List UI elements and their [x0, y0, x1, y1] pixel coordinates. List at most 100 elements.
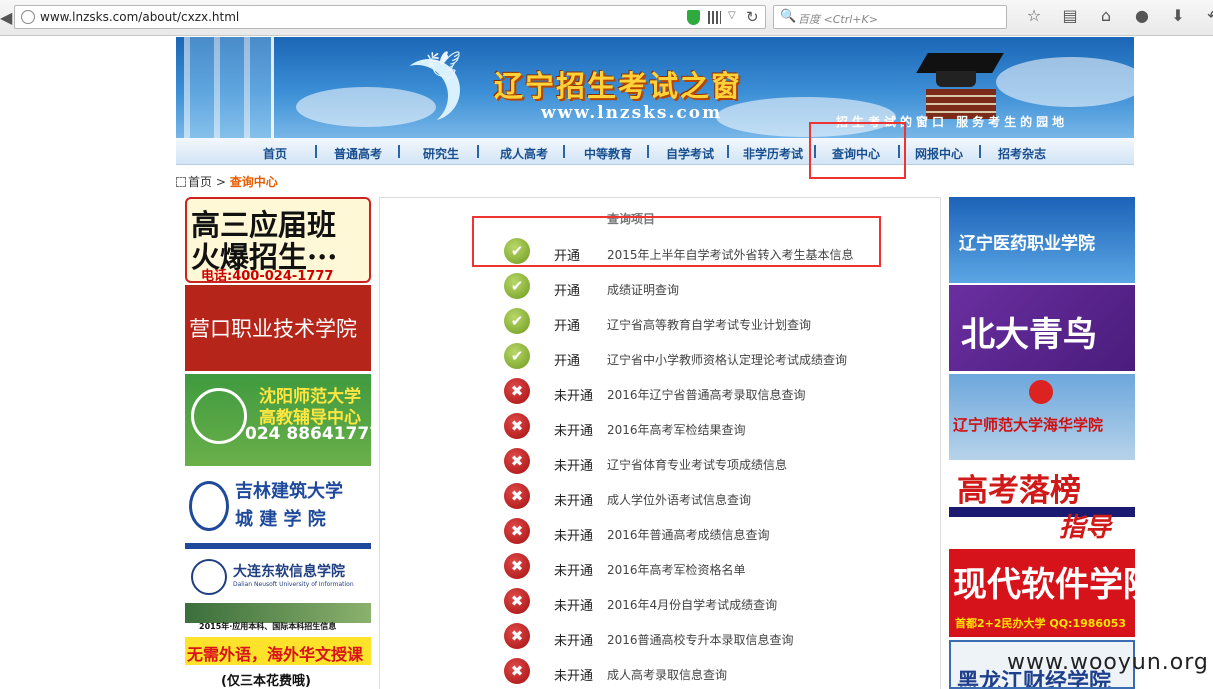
- breadcrumb-home[interactable]: 首页: [188, 175, 212, 189]
- nav-separator: [563, 145, 565, 158]
- back-arrow-icon[interactable]: ◀: [0, 8, 12, 27]
- college-emblem: [1029, 380, 1053, 404]
- shield-icon[interactable]: [687, 10, 700, 25]
- breadcrumb-current: 查询中心: [229, 175, 278, 189]
- right-ad-column: 辽宁医药职业学院 北大青鸟 辽宁师范大学海华学院 高考落榜 指导 现代软件学院 …: [949, 197, 1135, 689]
- query-item-link[interactable]: 成绩证明查询: [607, 281, 679, 298]
- ad-overseas-study[interactable]: 无需外语，海外华文授课 (仅三本花费哦): [185, 637, 371, 689]
- ad-senior-class[interactable]: 高三应届班 火爆招生··· 电话:400-024-1777: [185, 197, 371, 283]
- ad-text: 首都2+2民办大学 QQ:1986053: [955, 617, 1127, 630]
- status-label: 开通: [554, 319, 581, 334]
- nav-separator: [477, 145, 479, 158]
- ad-phone: 024 88641777: [245, 424, 371, 444]
- check-circle-icon: ✔: [504, 308, 530, 334]
- ad-jilin-architecture[interactable]: 吉林建筑大学 城 建 学 院: [185, 471, 371, 549]
- search-placeholder[interactable]: 百度 <Ctrl+K>: [798, 11, 878, 27]
- history-icon[interactable]: ↶: [1196, 6, 1213, 25]
- status-label: 未开通: [554, 459, 594, 474]
- query-item-link[interactable]: 2016普通高校专升本录取信息查询: [607, 631, 794, 648]
- ad-text: 北大青鸟: [961, 315, 1097, 355]
- nav-item-home[interactable]: 首页: [263, 145, 287, 162]
- reading-list-icon[interactable]: ▤: [1052, 6, 1088, 25]
- ad-haihua-college[interactable]: 辽宁师范大学海华学院: [949, 374, 1135, 460]
- nav-item-magazine[interactable]: 招考杂志: [998, 145, 1046, 162]
- search-box[interactable]: 🔍 百度 <Ctrl+K>: [773, 5, 1007, 29]
- query-item-link[interactable]: 2016年高考军检结果查询: [607, 421, 746, 438]
- table-row: ✔ 开通 成绩证明查询: [380, 269, 940, 304]
- dove-icon: 🕊: [426, 49, 462, 82]
- site-url: www.lnzsks.com: [541, 103, 723, 123]
- ad-text: 大连东软信息学院: [233, 564, 345, 580]
- globe-icon: [21, 10, 35, 24]
- bookmark-star-icon[interactable]: ☆: [1016, 6, 1052, 25]
- x-circle-icon: ✖: [504, 553, 530, 579]
- breadcrumb: 首页 > 查询中心: [176, 173, 278, 190]
- query-item-link[interactable]: 成人学位外语考试信息查询: [607, 491, 751, 508]
- nav-item-gaokao[interactable]: 普通高考: [334, 145, 382, 162]
- graduation-cap-base: [936, 71, 976, 87]
- status-label: 未开通: [554, 529, 594, 544]
- search-icon: 🔍: [780, 9, 797, 24]
- x-circle-icon: ✖: [504, 623, 530, 649]
- nav-separator: [979, 145, 981, 158]
- x-circle-icon: ✖: [504, 378, 530, 404]
- window-decoration: [184, 37, 274, 138]
- download-icon[interactable]: ⬇: [1160, 6, 1196, 25]
- status-label: 未开通: [554, 494, 594, 509]
- query-item-link[interactable]: 辽宁省高等教育自学考试专业计划查询: [607, 316, 811, 333]
- query-table: 查询项目 ✔ 开通 2015年上半年自学考试外省转入考生基本信息 ✔ 开通 成绩证明查询 ✔…: [379, 197, 941, 689]
- nav-item-self-study[interactable]: 自学考试: [666, 145, 714, 162]
- cloud-decoration: [996, 57, 1134, 107]
- table-row: ✖ 未开通 2016年高考军检资格名单: [380, 549, 940, 584]
- query-item-link[interactable]: 辽宁省体育专业考试专项成绩信息: [607, 456, 787, 473]
- reload-icon[interactable]: ↻: [746, 8, 759, 26]
- query-item-link[interactable]: 2016年辽宁省普通高考录取信息查询: [607, 386, 806, 403]
- ad-modern-software[interactable]: 现代软件学院 首都2+2民办大学 QQ:1986053: [949, 549, 1135, 637]
- address-bar[interactable]: www.lnzsks.com/about/cxzx.html ▽ ↻: [14, 5, 766, 29]
- nav-separator: [647, 145, 649, 158]
- table-row: ✖ 未开通 2016年高考军检结果查询: [380, 409, 940, 444]
- chat-icon[interactable]: ●: [1124, 6, 1160, 25]
- nav-item-graduate[interactable]: 研究生: [423, 145, 459, 162]
- query-item-link[interactable]: 辽宁省中小学教师资格认定理论考试成绩查询: [607, 351, 847, 368]
- nav-item-adult[interactable]: 成人高考: [500, 145, 548, 162]
- ad-text: 营口职业技术学院: [189, 317, 357, 341]
- breadcrumb-separator: >: [215, 175, 226, 189]
- ad-shenyang-normal[interactable]: 沈阳师范大学 高教辅导中心 024 88641777: [185, 374, 371, 466]
- nav-item-online-registration[interactable]: 网报中心: [915, 145, 963, 162]
- dropdown-arrow-icon[interactable]: ▽: [728, 10, 736, 21]
- home-icon[interactable]: ⌂: [1088, 6, 1124, 25]
- status-label: 开通: [554, 354, 581, 369]
- ad-text: 辽宁师范大学海华学院: [953, 416, 1104, 434]
- table-row: ✖ 未开通 2016年普通高考成绩信息查询: [380, 514, 940, 549]
- qr-code-icon[interactable]: [708, 11, 721, 24]
- ad-dalian-neusoft[interactable]: 大连东软信息学院 Dalian Neusoft University of In…: [185, 555, 371, 635]
- graduation-cap-icon: [916, 53, 1004, 73]
- page: 🕊 辽宁招生考试之窗 www.lnzsks.com 招生考试的窗口 服务考生的园…: [176, 37, 1136, 689]
- query-item-link[interactable]: 2016年高考军检资格名单: [607, 561, 746, 578]
- query-item-link[interactable]: 2016年普通高考成绩信息查询: [607, 526, 770, 543]
- ad-gaokao-guidance[interactable]: 高考落榜 指导: [949, 465, 1135, 545]
- ad-liaoning-medical[interactable]: 辽宁医药职业学院: [949, 197, 1135, 283]
- ad-text: 无需外语，海外华文授课: [187, 645, 364, 664]
- ad-beida-qingniao[interactable]: 北大青鸟: [949, 285, 1135, 371]
- ad-yingkou-college[interactable]: 营口职业技术学院: [185, 285, 371, 371]
- main-nav: 首页 普通高考 研究生 成人高考 中等教育 自学考试 非学历考试 查询中心 网报…: [176, 138, 1134, 165]
- highlight-box-query-center: [809, 122, 906, 179]
- nav-item-secondary[interactable]: 中等教育: [584, 145, 632, 162]
- site-banner: 🕊 辽宁招生考试之窗 www.lnzsks.com 招生考试的窗口 服务考生的园…: [176, 37, 1134, 138]
- status-label: 未开通: [554, 599, 594, 614]
- x-circle-icon: ✖: [504, 413, 530, 439]
- university-emblem: [189, 481, 229, 531]
- nav-item-non-degree[interactable]: 非学历考试: [743, 145, 803, 162]
- ad-text: 辽宁医药职业学院: [959, 234, 1095, 254]
- query-item-link[interactable]: 成人高考录取信息查询: [607, 666, 727, 683]
- ad-text: 高考落榜: [957, 473, 1081, 509]
- status-label: 开通: [554, 284, 581, 299]
- query-item-link[interactable]: 2016年4月份自学考试成绩查询: [607, 596, 777, 613]
- browser-toolbar: ◀ www.lnzsks.com/about/cxzx.html ▽ ↻ 🔍 百…: [0, 0, 1213, 36]
- url-text[interactable]: www.lnzsks.com/about/cxzx.html: [40, 10, 239, 24]
- ad-text: 现代软件学院: [953, 565, 1135, 605]
- home-icon: [176, 177, 186, 187]
- table-row: ✖ 未开通 辽宁省体育专业考试专项成绩信息: [380, 444, 940, 479]
